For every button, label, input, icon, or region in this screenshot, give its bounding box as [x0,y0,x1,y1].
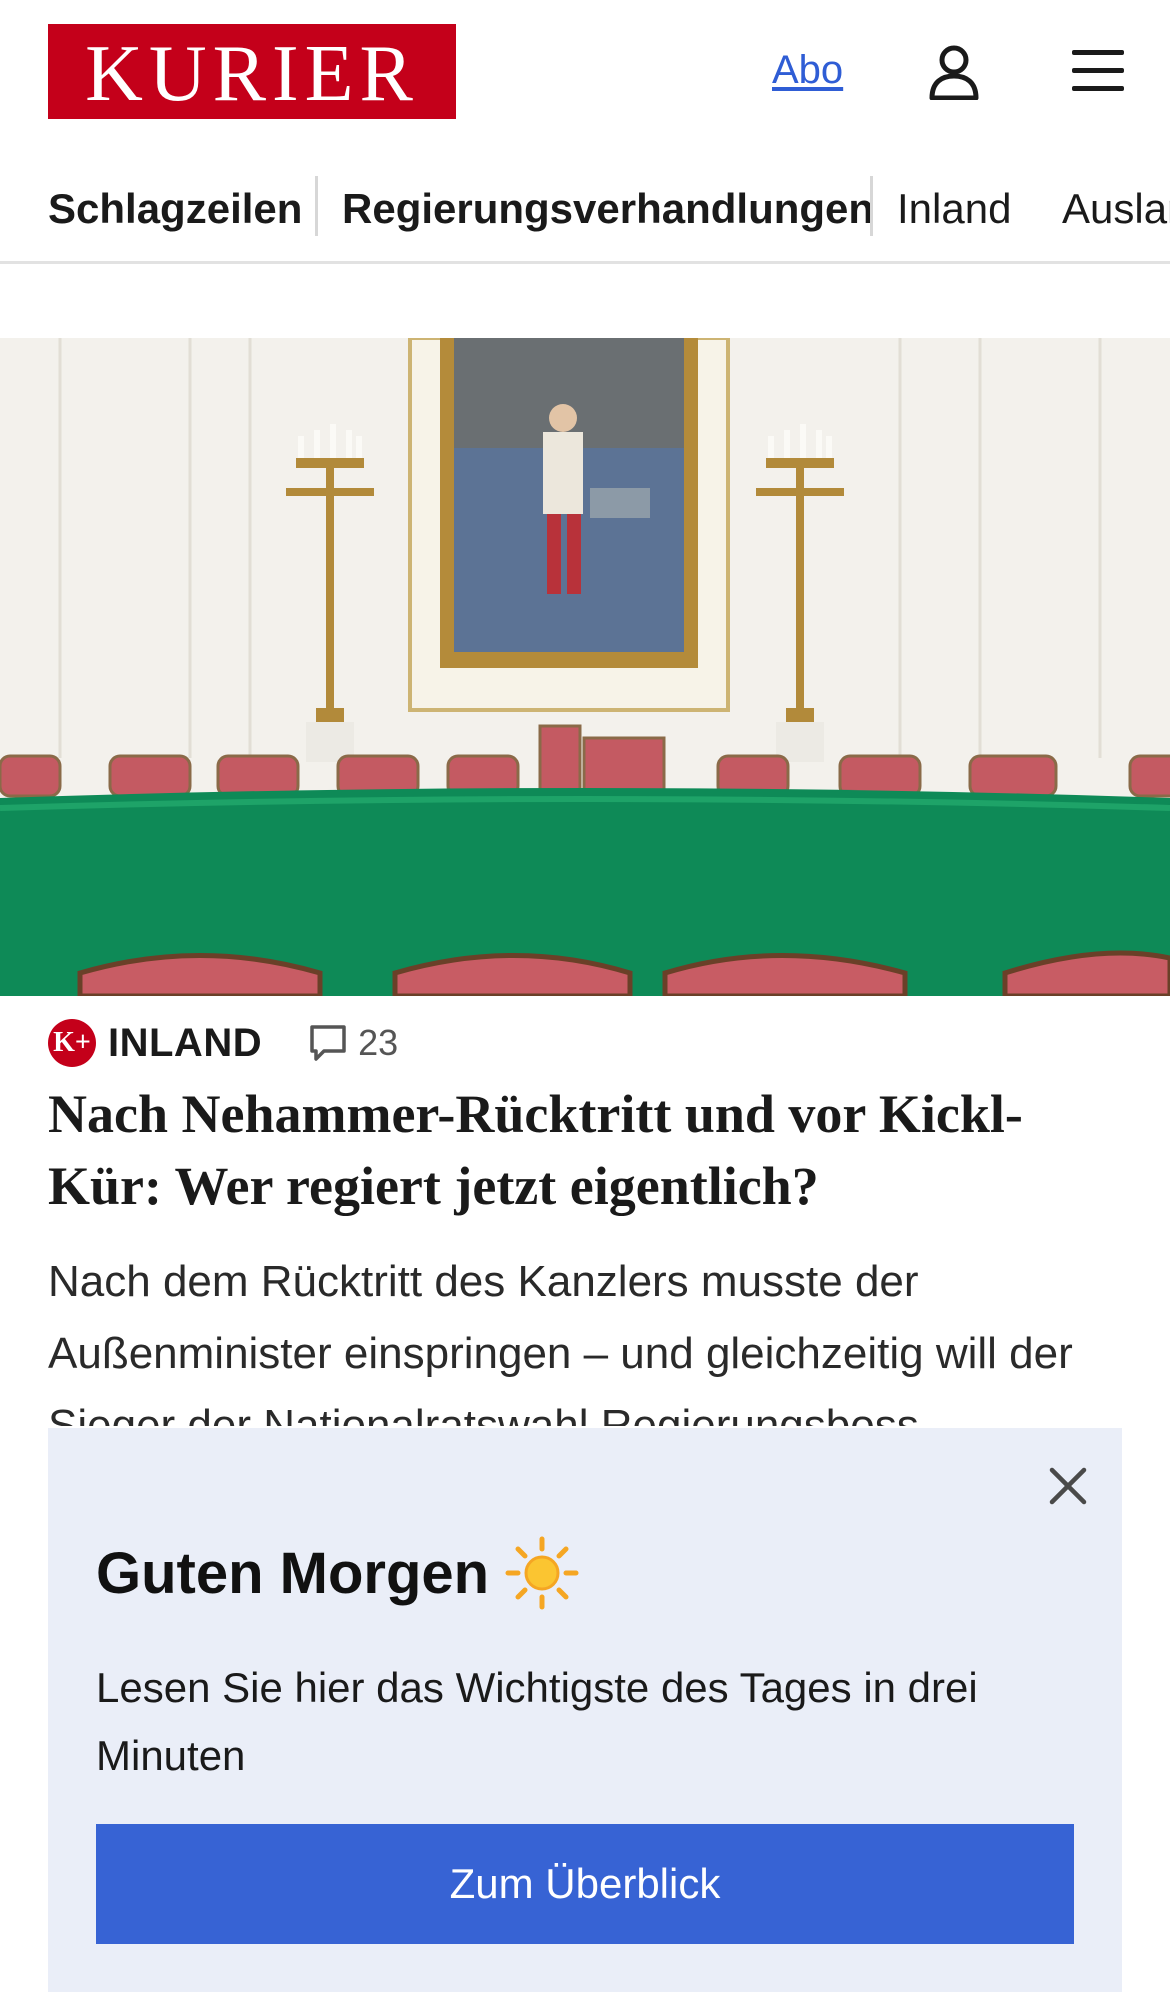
nav-divider [315,176,318,236]
nav-item-regierungsverhandlungen[interactable]: Regierungsverhandlungen [342,178,874,240]
nav-item-schlagzeilen[interactable]: Schlagzeilen [48,178,302,240]
nav-item-ausland[interactable]: Ausland [1062,178,1170,240]
section-label[interactable]: INLAND [108,1021,262,1066]
hamburger-menu-icon[interactable] [1072,48,1124,94]
user-icon[interactable] [928,44,980,100]
nav-divider [870,176,873,236]
article-teaser: Nach dem Rücktritt des Kanzlers musste d… [48,1257,1073,1426]
nav-item-inland[interactable]: Inland [897,178,1011,240]
sun-icon [505,1536,579,1610]
article-meta: K+ INLAND 23 [48,1018,398,1068]
kplus-text: K+ [53,1027,91,1058]
hero-image[interactable] [0,338,1170,996]
close-icon [1049,1467,1087,1505]
abo-link[interactable]: Abo [772,48,843,93]
article-headline[interactable]: Nach Nehammer-Rücktritt und vor Kickl-Kü… [48,1078,1128,1222]
site-header: KURIER Abo [0,0,1170,150]
comment-count[interactable]: 23 [358,1022,398,1064]
zum-ueberblick-button[interactable]: Zum Überblick [96,1824,1074,1944]
section-nav: Schlagzeilen Regierungsverhandlungen Inl… [0,168,1170,264]
overlay-title-text: Guten Morgen [96,1540,490,1606]
overlay-title: Guten Morgen [96,1536,579,1610]
kurier-logo[interactable]: KURIER [48,24,456,119]
kplus-badge: K+ [48,1019,96,1067]
close-button[interactable] [1040,1458,1096,1514]
overlay-description: Lesen Sie hier das Wichtigste des Tages … [96,1664,978,1779]
logo-text: KURIER [85,29,419,118]
comment-icon[interactable] [308,1023,348,1063]
